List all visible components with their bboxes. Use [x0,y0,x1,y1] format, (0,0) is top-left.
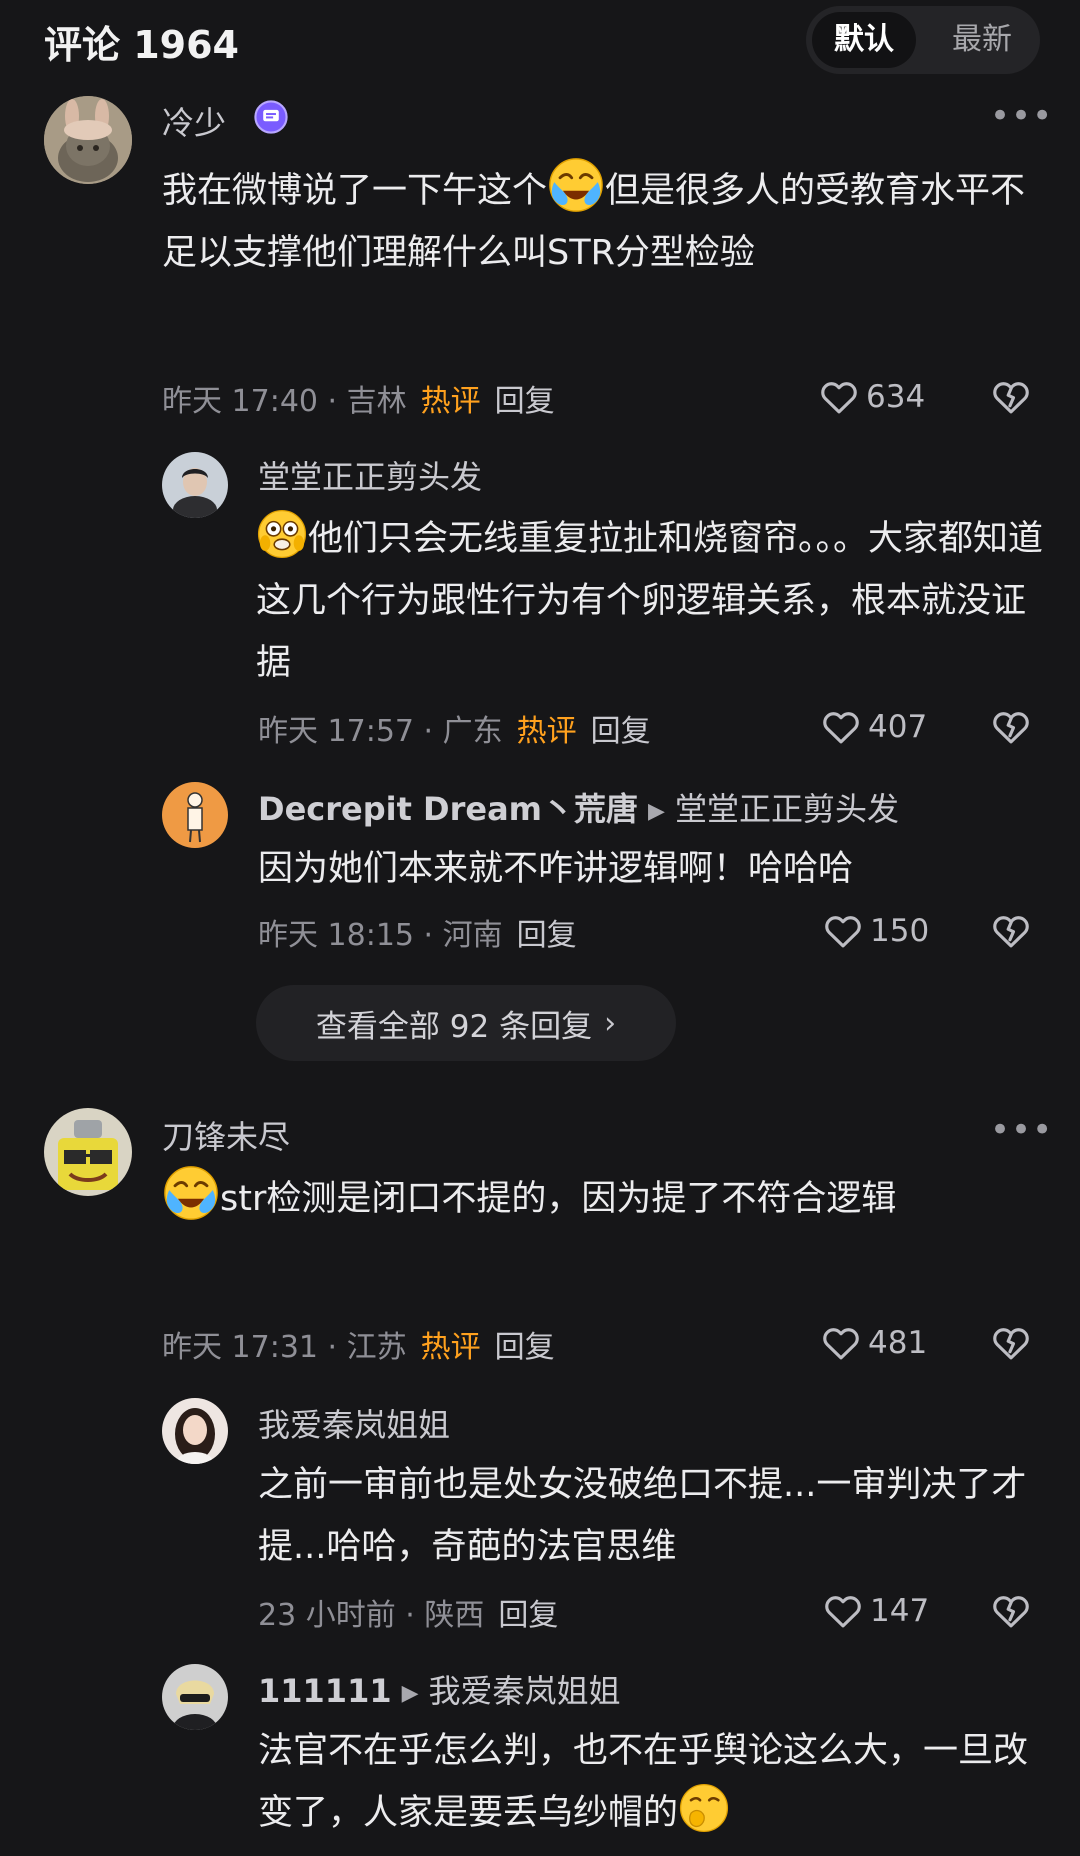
shocked-emoji-icon [256,508,308,560]
dislike-icon[interactable] [990,376,1032,418]
reply-username: 111111 ▶ 我爱秦岚姐姐 [258,1672,621,1710]
like-button[interactable]: 481 [820,1322,927,1364]
like-button[interactable]: 147 [822,1590,929,1632]
tab-latest[interactable]: 最新 [930,12,1034,68]
reply-button[interactable]: 回复 [498,1598,558,1633]
vip-badge-icon [254,100,288,134]
like-button[interactable]: 150 [822,910,929,952]
dislike-icon[interactable] [990,1322,1032,1364]
comment-username[interactable]: 冷少 [162,98,226,144]
reply-username: Decrepit Dream丶荒唐 ▶ 堂堂正正剪头发 [258,790,899,828]
more-icon[interactable]: ••• [990,96,1053,136]
avatar[interactable] [162,1398,228,1464]
crying-emoji-icon [547,156,605,214]
heart-icon [822,1590,864,1632]
reply-meta: 23 小时前 · 陕西 回复 [258,1598,559,1633]
more-icon[interactable]: ••• [990,1110,1053,1150]
tab-default[interactable]: 默认 [812,12,916,68]
reply-arrow-icon: ▶ [648,799,665,824]
heart-icon [822,910,864,952]
avatar[interactable] [162,782,228,848]
heart-icon [820,1322,862,1364]
dislike-icon[interactable] [990,1590,1032,1632]
reply-button[interactable]: 回复 [495,1330,555,1365]
heart-icon [820,706,862,748]
reply-button[interactable]: 回复 [495,384,555,419]
reply-text: 他们只会无线重复拉扯和烧窗帘。。。大家都知道这几个行为跟性行为有个卵逻辑关系，根… [256,508,1046,694]
reply-meta: 昨天 18:15 · 河南 回复 [258,918,577,953]
reply-text: 之前一审前也是处女没破绝口不提...一审判决了才提...哈哈，奇葩的法官思维 [258,1465,1027,1567]
hot-badge: 热评 [420,384,481,419]
heart-icon [818,376,860,418]
chevron-right-icon: › [604,1005,617,1041]
avatar[interactable] [44,1108,132,1196]
dislike-icon[interactable] [990,706,1032,748]
reply-text: 因为她们本来就不咋讲逻辑啊！哈哈哈 [258,849,854,889]
reply-button[interactable]: 回复 [517,918,577,953]
reply-to-user[interactable]: 堂堂正正剪头发 [675,790,899,828]
comments-title: 评论 1964 [44,23,239,67]
comment-username[interactable]: 刀锋未尽 [162,1112,290,1158]
yawning-emoji-icon [678,1782,730,1834]
reply-meta: 昨天 17:57 · 广东 热评 回复 [258,714,651,749]
view-all-replies-button[interactable]: 查看全部 92 条回复 › [256,985,676,1061]
avatar[interactable] [162,1664,228,1730]
reply-text: 法官不在乎怎么判，也不在乎舆论这么大，一旦改变了，人家是要丢乌纱帽的 [258,1731,1029,1834]
comment-meta: 昨天 17:31 · 江苏 热评 回复 [162,1330,555,1365]
crying-emoji-icon [162,1164,220,1222]
reply-button[interactable]: 回复 [591,714,651,749]
dislike-icon[interactable] [990,910,1032,952]
hot-badge: 热评 [420,1330,481,1365]
reply-arrow-icon: ▶ [401,1681,419,1706]
comment-text: str检测是闭口不提的，因为提了不符合逻辑 [162,1164,1042,1230]
comment-text: 我在微博说了一下午这个 但是很多人的受教育水平不足以支撑他们理解什么叫STR分型检… [162,156,1042,284]
like-button[interactable]: 407 [820,706,927,748]
reply-username[interactable]: 我爱秦岚姐姐 [258,1400,450,1446]
reply-username[interactable]: 堂堂正正剪头发 [258,452,482,498]
like-button[interactable]: 634 [818,376,925,418]
avatar[interactable] [44,96,132,184]
avatar[interactable] [162,452,228,518]
reply-to-user[interactable]: 我爱秦岚姐姐 [429,1672,621,1710]
hot-badge: 热评 [516,714,577,749]
comment-meta: 昨天 17:40 · 吉林 热评 回复 [162,384,555,419]
